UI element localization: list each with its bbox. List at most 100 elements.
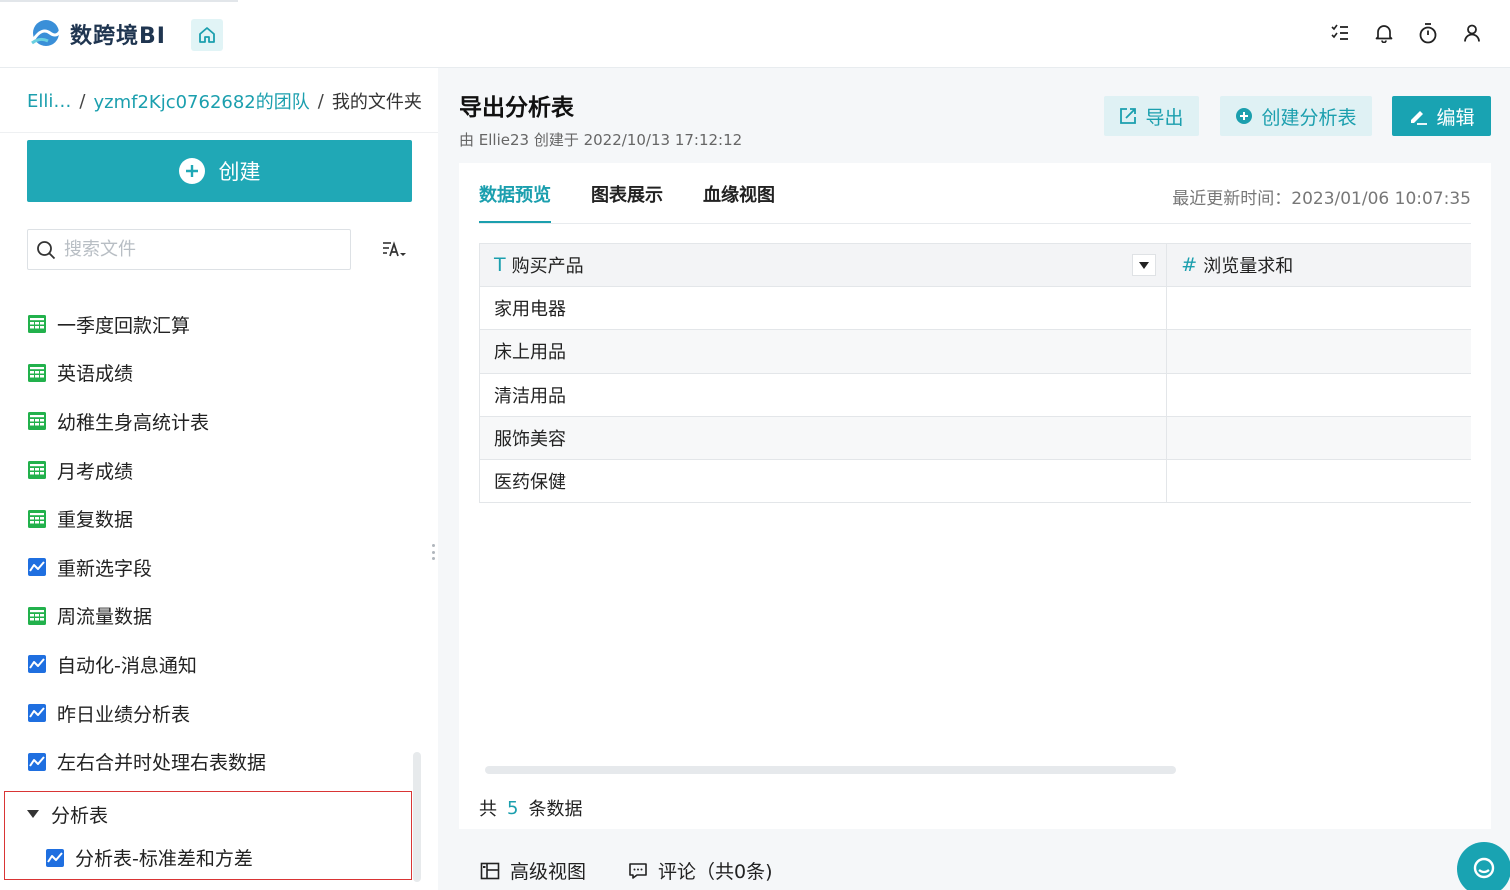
row-count-prefix: 共 bbox=[479, 799, 497, 820]
sheet-icon bbox=[27, 509, 47, 529]
sheet-icon bbox=[27, 363, 47, 383]
file-item[interactable]: 重复数据 bbox=[27, 494, 417, 543]
text-type-icon: T bbox=[494, 254, 506, 276]
file-item[interactable]: 英语成绩 bbox=[27, 349, 417, 398]
timer-button[interactable] bbox=[1416, 20, 1440, 46]
export-label: 导出 bbox=[1145, 106, 1184, 129]
column-label: 购买产品 bbox=[511, 256, 584, 277]
sheet-icon bbox=[27, 314, 47, 334]
advanced-view-button[interactable]: 高级视图 bbox=[480, 857, 586, 884]
sheet-icon bbox=[27, 606, 47, 626]
file-label: 一季度回款汇算 bbox=[57, 314, 191, 337]
row-count-suffix: 条数据 bbox=[528, 799, 583, 820]
folder-analysis: 分析表 分析表-标准差和方差 bbox=[4, 791, 412, 880]
resize-handle[interactable] bbox=[431, 544, 435, 560]
layout-icon bbox=[480, 862, 500, 879]
folder-header[interactable]: 分析表 bbox=[27, 798, 108, 830]
row-count: 共 5 条数据 bbox=[479, 795, 582, 821]
data-table: T 购买产品 # 浏览量求和 家用电器 床上用品 清洁用品 服饰美容 医药保健 bbox=[479, 243, 1471, 504]
chart-icon bbox=[27, 654, 47, 674]
file-item[interactable]: 幼稚生身高统计表 bbox=[27, 397, 417, 446]
table-row: 清洁用品 bbox=[480, 373, 1471, 417]
table-cell[interactable]: 清洁用品 bbox=[480, 373, 1168, 416]
table-cell[interactable]: 服饰美容 bbox=[480, 416, 1168, 460]
table-cell[interactable]: 床上用品 bbox=[480, 330, 1168, 373]
file-item[interactable]: 昨日业绩分析表 bbox=[27, 689, 417, 738]
data-card: 数据预览 图表展示 血缘视图 最近更新时间：2023/01/06 10:07:3… bbox=[459, 163, 1491, 829]
sort-az-icon bbox=[383, 241, 406, 257]
column-dropdown-button[interactable] bbox=[1132, 254, 1157, 276]
table-cell[interactable] bbox=[1167, 460, 1471, 502]
file-sidebar: Elli… / yzmf2Kjc0762682的团队 / 我的文件夹 创建 一季… bbox=[0, 68, 438, 890]
sheet-icon bbox=[27, 460, 47, 480]
table-cell[interactable] bbox=[1167, 330, 1471, 372]
file-label: 幼稚生身高统计表 bbox=[57, 411, 210, 434]
chat-bubble-icon bbox=[1473, 857, 1495, 879]
breadcrumb-root[interactable]: Elli… bbox=[27, 91, 71, 112]
tab-chart-display[interactable]: 图表展示 bbox=[591, 181, 663, 223]
comments-label: 评论（共0条) bbox=[658, 861, 773, 883]
table-row: 服饰美容 bbox=[480, 416, 1471, 461]
bell-icon bbox=[1375, 25, 1393, 43]
file-item[interactable]: 左右合并时处理右表数据 bbox=[27, 737, 417, 786]
number-type-icon: # bbox=[1181, 254, 1198, 276]
stopwatch-icon bbox=[1419, 23, 1437, 44]
page-title: 导出分析表 bbox=[459, 95, 574, 121]
tab-lineage-view[interactable]: 血缘视图 bbox=[703, 181, 775, 223]
table-header-row: T 购买产品 # 浏览量求和 bbox=[480, 244, 1471, 287]
user-account-button[interactable] bbox=[1460, 20, 1484, 46]
notification-button[interactable] bbox=[1372, 20, 1396, 46]
column-header[interactable]: T 购买产品 bbox=[480, 244, 1168, 286]
home-button[interactable] bbox=[191, 19, 223, 51]
app-logo[interactable]: 数跨境BI bbox=[28, 16, 166, 52]
comments-button[interactable]: 评论（共0条) bbox=[628, 857, 773, 884]
breadcrumb-team[interactable]: yzmf2Kjc0762682的团队 bbox=[93, 88, 309, 114]
chart-icon bbox=[27, 557, 47, 577]
file-item[interactable]: 分析表-标准差和方差 bbox=[45, 844, 253, 871]
search-box[interactable] bbox=[27, 229, 351, 270]
file-label: 左右合并时处理右表数据 bbox=[57, 752, 267, 775]
export-button[interactable]: 导出 bbox=[1104, 96, 1199, 136]
search-input[interactable] bbox=[64, 239, 334, 260]
create-button[interactable]: 创建 bbox=[27, 140, 412, 202]
table-cell[interactable] bbox=[1167, 374, 1471, 416]
file-item[interactable]: 一季度回款汇算 bbox=[27, 300, 417, 349]
table-cell[interactable]: 家用电器 bbox=[480, 287, 1168, 330]
comment-icon bbox=[629, 862, 647, 879]
file-label: 周流量数据 bbox=[57, 606, 153, 629]
edit-pen-icon bbox=[1411, 111, 1428, 125]
column-header[interactable]: # 浏览量求和 bbox=[1167, 244, 1471, 286]
breadcrumb-current: 我的文件夹 bbox=[331, 92, 422, 113]
edit-button[interactable]: 编辑 bbox=[1392, 96, 1491, 136]
file-label: 英语成绩 bbox=[57, 363, 134, 386]
tab-data-preview[interactable]: 数据预览 bbox=[479, 181, 551, 223]
divider bbox=[0, 132, 438, 133]
user-icon bbox=[1464, 24, 1480, 42]
sort-button[interactable] bbox=[380, 236, 408, 264]
file-item[interactable]: 月考成绩 bbox=[27, 446, 417, 495]
table-cell[interactable]: 医药保健 bbox=[480, 460, 1168, 503]
table-cell[interactable] bbox=[1167, 287, 1471, 329]
column-label: 浏览量求和 bbox=[1203, 256, 1294, 277]
breadcrumb-separator: / bbox=[317, 90, 324, 112]
search-icon bbox=[37, 240, 56, 259]
file-label: 分析表-标准差和方差 bbox=[75, 848, 253, 870]
chat-support-button[interactable] bbox=[1457, 842, 1510, 890]
file-item[interactable]: 重新选字段 bbox=[27, 543, 417, 592]
file-item[interactable]: 周流量数据 bbox=[27, 592, 417, 641]
task-list-button[interactable] bbox=[1328, 20, 1352, 46]
file-label: 重新选字段 bbox=[57, 557, 153, 580]
file-item[interactable]: 自动化-消息通知 bbox=[27, 640, 417, 689]
sidebar-scrollbar[interactable] bbox=[413, 752, 421, 882]
table-row: 床上用品 bbox=[480, 330, 1471, 374]
top-bar: 数跨境BI bbox=[0, 0, 1510, 68]
breadcrumb-separator: / bbox=[79, 90, 86, 112]
horizontal-scrollbar[interactable] bbox=[485, 766, 1176, 774]
plus-circle-icon bbox=[178, 158, 205, 184]
table-cell[interactable] bbox=[1167, 417, 1471, 459]
create-sheet-button[interactable]: 创建分析表 bbox=[1220, 96, 1372, 136]
chart-icon bbox=[27, 752, 47, 772]
file-list: 一季度回款汇算 英语成绩幼稚生身高统计表月考成绩 重复数据重新选字段周流量数据自动化… bbox=[27, 300, 417, 786]
create-sheet-label: 创建分析表 bbox=[1261, 106, 1357, 129]
edit-label: 编辑 bbox=[1436, 106, 1475, 129]
